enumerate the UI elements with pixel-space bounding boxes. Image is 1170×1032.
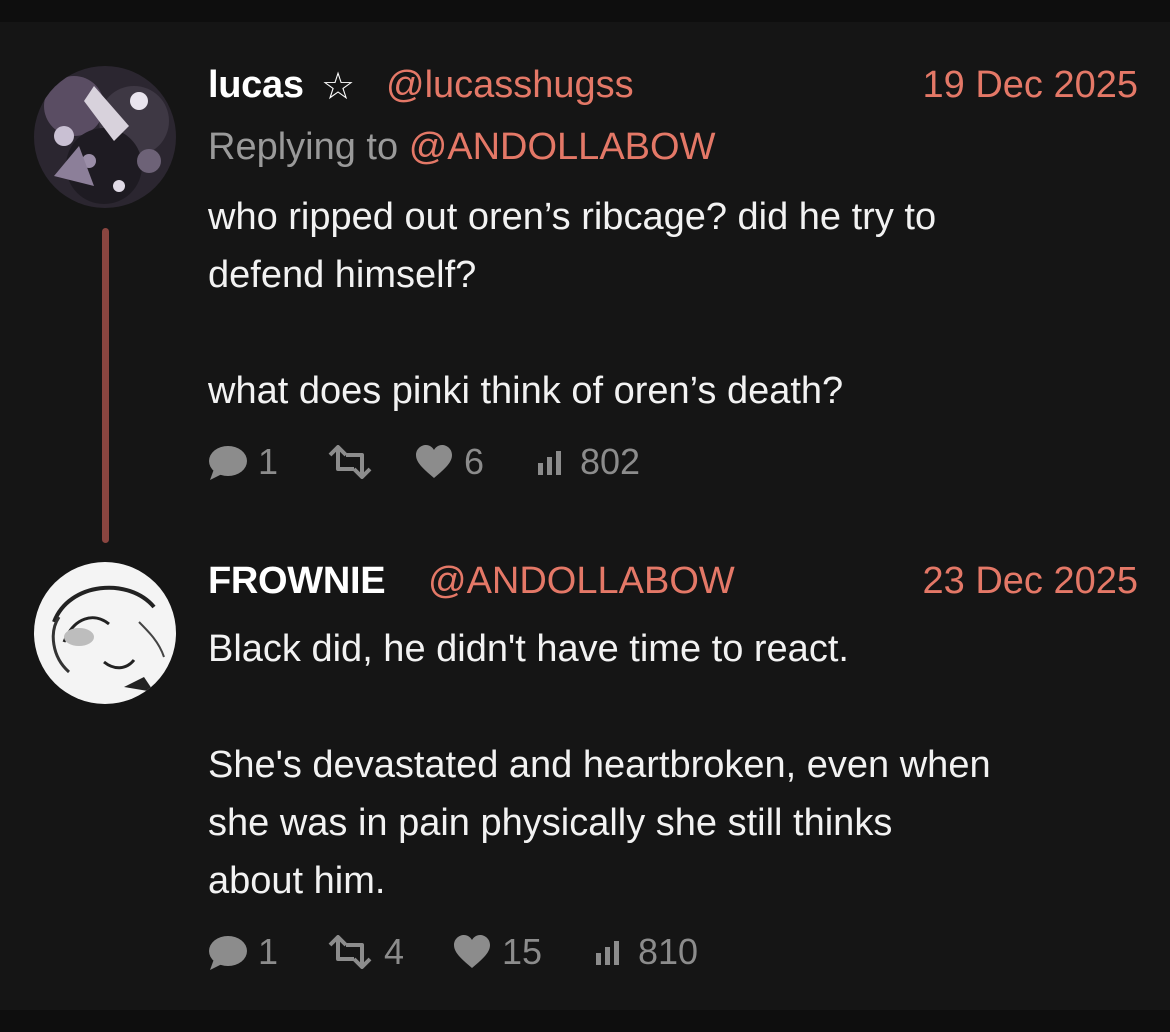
post-text: who ripped out oren’s ribcage? did he tr… xyxy=(208,196,937,412)
avatar-lucas[interactable] xyxy=(34,66,176,208)
reply-button[interactable]: 1 xyxy=(208,930,278,974)
repost-icon xyxy=(328,445,372,479)
replying-to: Replying to @ANDOLLABOW xyxy=(208,126,715,169)
post-header: FROWNIE @ANDOLLABOW 23 Dec 2025 xyxy=(208,560,1138,604)
repost-count: 4 xyxy=(384,931,405,972)
views-icon xyxy=(538,451,561,475)
display-name[interactable]: lucas xyxy=(208,64,304,107)
reply-count: 1 xyxy=(258,441,279,482)
star-badge-icon: ☆ xyxy=(321,66,356,108)
views-count: 802 xyxy=(580,441,641,482)
user-handle[interactable]: @ANDOLLABOW xyxy=(428,560,735,603)
views-button[interactable]: 802 xyxy=(536,440,640,484)
reply-button[interactable]: 1 xyxy=(208,440,278,484)
repost-icon xyxy=(328,935,372,969)
replying-label: Replying to xyxy=(208,126,399,168)
views-button[interactable]: 810 xyxy=(594,930,698,974)
post-text: Black did, he didn't have time to react.… xyxy=(208,628,991,902)
repost-button[interactable] xyxy=(326,440,384,484)
reply-count: 1 xyxy=(258,931,279,972)
views-icon xyxy=(596,941,619,965)
like-button[interactable]: 6 xyxy=(414,440,484,484)
avatar-frownie[interactable] xyxy=(34,562,176,704)
reply-icon xyxy=(209,936,247,970)
views-count: 810 xyxy=(638,931,699,972)
display-name[interactable]: FROWNIE xyxy=(208,560,386,603)
repost-button[interactable]: 4 xyxy=(326,930,404,974)
replying-mention[interactable]: @ANDOLLABOW xyxy=(409,126,716,168)
post-header: lucas ☆ @lucasshugss 19 Dec 2025 xyxy=(208,64,1138,108)
like-icon xyxy=(416,445,452,478)
like-button[interactable]: 15 xyxy=(452,930,542,974)
bottom-edge xyxy=(0,1010,1170,1032)
user-handle[interactable]: @lucasshugss xyxy=(386,64,634,107)
thread-connector xyxy=(102,228,109,543)
like-count: 6 xyxy=(464,441,485,482)
post-date[interactable]: 19 Dec 2025 xyxy=(923,64,1139,107)
post-date[interactable]: 23 Dec 2025 xyxy=(923,560,1139,603)
like-count: 15 xyxy=(502,931,543,972)
reply-icon xyxy=(209,446,247,480)
like-icon xyxy=(454,935,490,968)
top-edge xyxy=(0,0,1170,22)
